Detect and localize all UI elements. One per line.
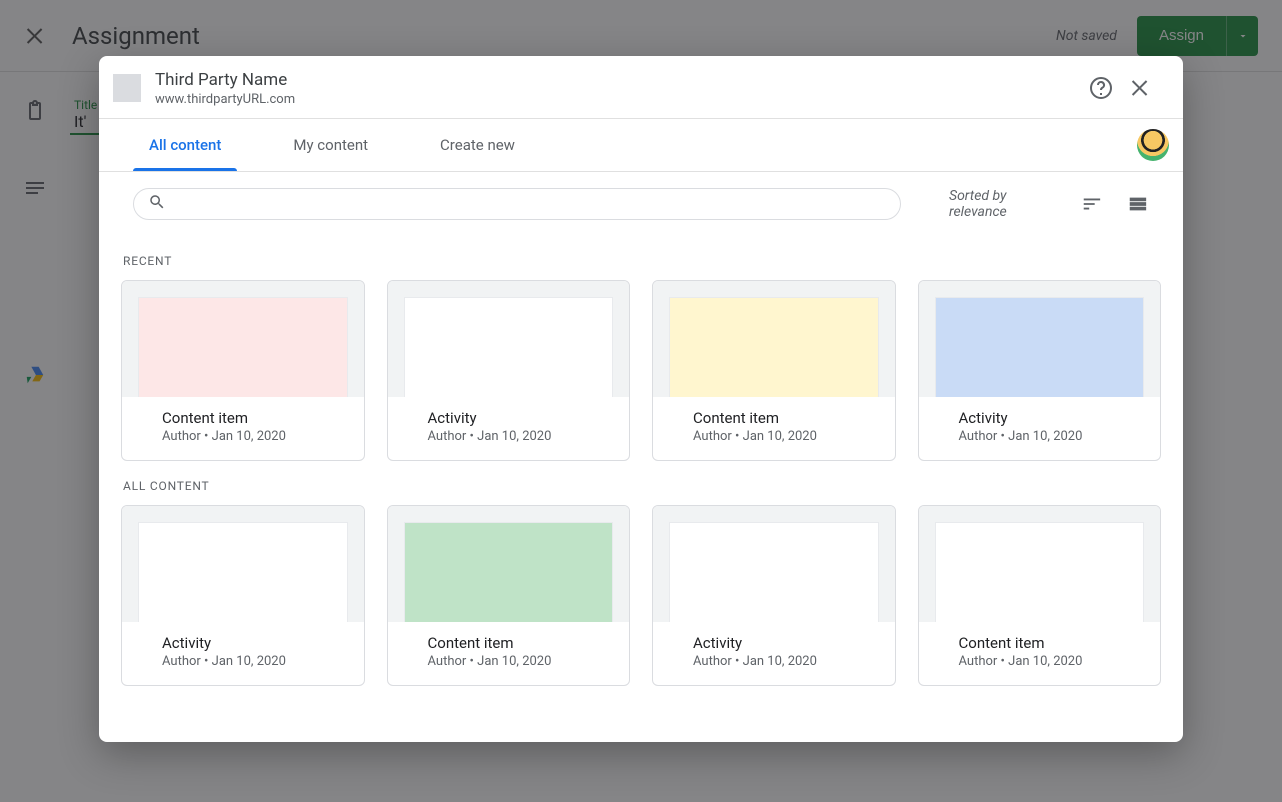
content-card[interactable]: Activity Author • Jan 10, 2020 [387,280,631,461]
content-card[interactable]: Activity Author • Jan 10, 2020 [918,280,1162,461]
modal-tabs: All content My content Create new [99,119,1183,171]
sort-label: Sorted by relevance [949,188,1057,220]
search-input[interactable] [176,196,886,212]
search-input-wrapper[interactable] [133,188,901,220]
content-card[interactable]: Activity Author • Jan 10, 2020 [121,505,365,686]
card-subtitle: Author • Jan 10, 2020 [162,654,324,669]
search-icon [148,193,166,215]
card-title: Content item [428,634,590,652]
third-party-url: www.thirdpartyURL.com [155,92,1081,107]
card-title: Content item [162,409,324,427]
card-title: Content item [959,634,1121,652]
card-subtitle: Author • Jan 10, 2020 [693,654,855,669]
help-button[interactable] [1081,68,1121,108]
tab-create-new[interactable]: Create new [424,119,531,171]
card-subtitle: Author • Jan 10, 2020 [428,429,590,444]
card-thumbnail [138,297,348,397]
content-picker-modal: Third Party Name www.thirdpartyURL.com A… [99,56,1183,742]
card-thumbnail [669,297,879,397]
list-view-icon[interactable] [1127,192,1149,216]
card-subtitle: Author • Jan 10, 2020 [428,654,590,669]
modal-header: Third Party Name www.thirdpartyURL.com [99,56,1183,118]
avatar[interactable] [1137,129,1169,161]
modal-toolbar: Sorted by relevance [99,172,1183,228]
content-card[interactable]: Content item Author • Jan 10, 2020 [121,280,365,461]
section-label: RECENT [123,254,1159,268]
card-title: Activity [959,409,1121,427]
card-thumbnail [669,522,879,622]
content-card[interactable]: Content item Author • Jan 10, 2020 [918,505,1162,686]
content-card[interactable]: Activity Author • Jan 10, 2020 [652,505,896,686]
card-grid: Content itemAuthor • Jan 10, 2020Activit… [121,280,1161,461]
section-label: ALL CONTENT [123,479,1159,493]
modal-body: RECENTContent itemAuthor • Jan 10, 2020A… [99,228,1183,742]
card-subtitle: Author • Jan 10, 2020 [959,429,1121,444]
sort-icon[interactable] [1081,192,1103,216]
content-card[interactable]: Content item Author • Jan 10, 2020 [387,505,631,686]
third-party-logo [113,74,141,102]
third-party-name: Third Party Name [155,69,1081,91]
card-thumbnail [935,297,1145,397]
tab-all-content[interactable]: All content [133,119,237,171]
card-subtitle: Author • Jan 10, 2020 [959,654,1121,669]
card-thumbnail [404,522,614,622]
tab-my-content[interactable]: My content [277,119,384,171]
card-title: Activity [162,634,324,652]
card-thumbnail [935,522,1145,622]
card-title: Activity [428,409,590,427]
card-grid: ActivityAuthor • Jan 10, 2020Content ite… [121,505,1161,686]
card-title: Content item [693,409,855,427]
card-title: Activity [693,634,855,652]
card-subtitle: Author • Jan 10, 2020 [693,429,855,444]
card-subtitle: Author • Jan 10, 2020 [162,429,324,444]
close-modal-button[interactable] [1121,68,1161,108]
card-thumbnail [404,297,614,397]
content-card[interactable]: Content item Author • Jan 10, 2020 [652,280,896,461]
card-thumbnail [138,522,348,622]
